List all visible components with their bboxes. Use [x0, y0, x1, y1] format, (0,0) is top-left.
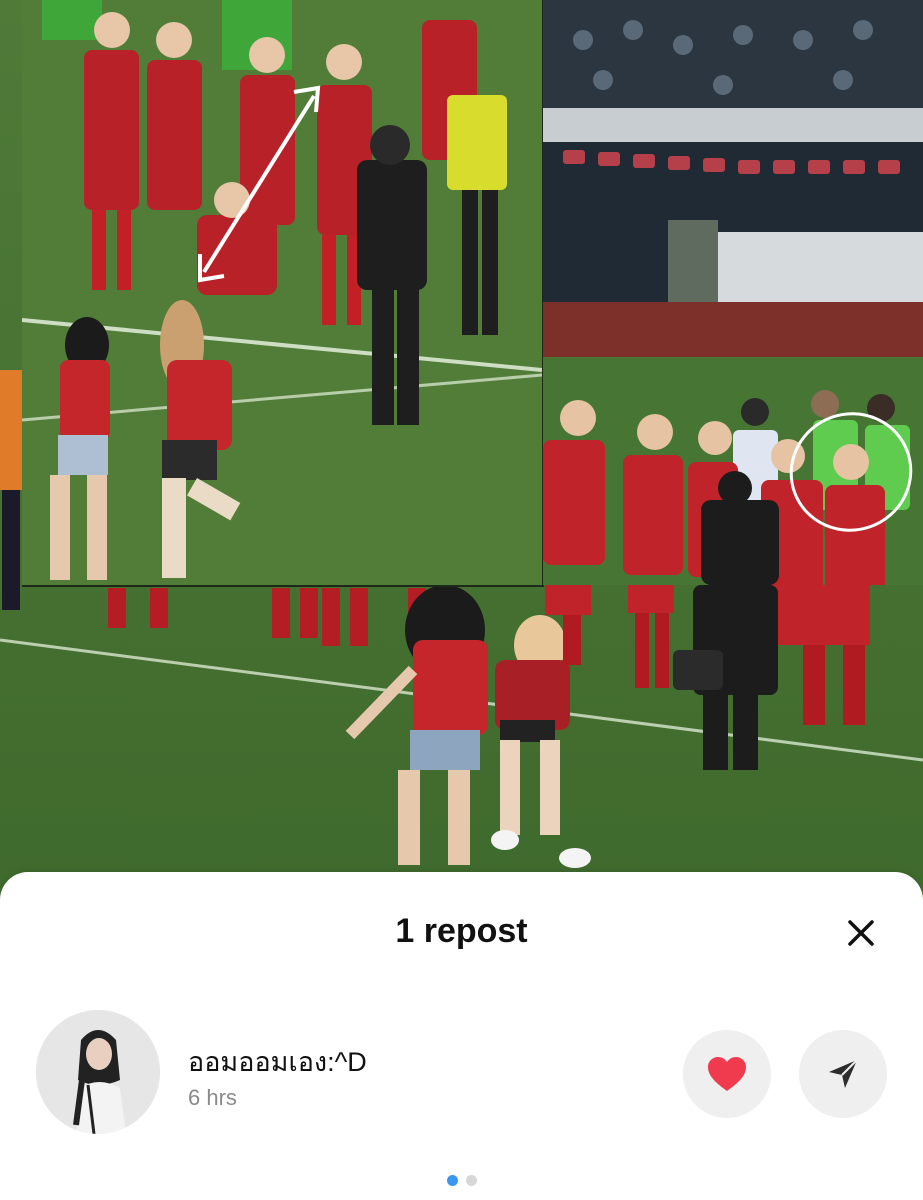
- field-photo-inset-right: [543, 0, 923, 585]
- repost-username[interactable]: ออมออมเอง:^D: [188, 1040, 367, 1083]
- close-button[interactable]: [838, 910, 884, 956]
- reposts-sheet: 1 repost ออมออมเอง:^D 6 hrs: [0, 872, 923, 1200]
- pagination-dots: [0, 1175, 923, 1186]
- field-photo-inset-left: [22, 0, 544, 587]
- post-image: [0, 0, 923, 900]
- share-button[interactable]: [799, 1030, 887, 1118]
- page-dot: [465, 1175, 477, 1186]
- repost-timestamp: 6 hrs: [188, 1085, 237, 1110]
- close-icon: [848, 920, 874, 946]
- sheet-title: 1 repost: [395, 912, 528, 950]
- field-photo-right-lower: [545, 585, 870, 770]
- page-dot-active: [446, 1175, 458, 1186]
- avatar[interactable]: [36, 1010, 160, 1134]
- send-icon: [829, 1059, 858, 1088]
- heart-icon: [708, 1057, 746, 1091]
- avatar-photo: [36, 1010, 160, 1134]
- like-button[interactable]: [683, 1030, 771, 1118]
